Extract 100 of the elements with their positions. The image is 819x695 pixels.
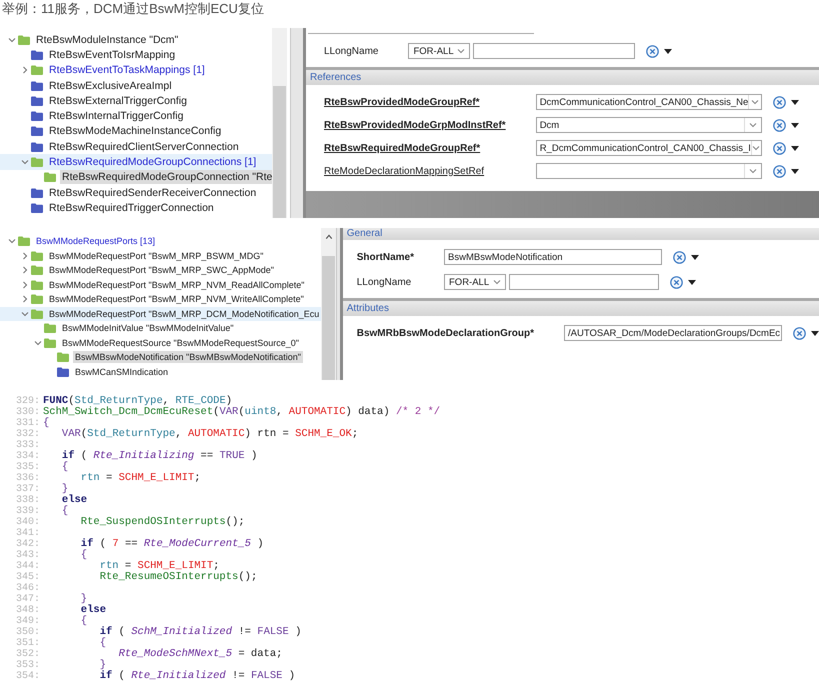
tree-item[interactable]: BswMModeRequestPort "BswM_MRP_NVM_ReadAllComplete" [47, 278, 306, 291]
text-field[interactable] [509, 274, 659, 290]
tree-item[interactable]: RteBswRequiredSenderReceiverConnection [47, 186, 258, 200]
reset-icon[interactable] [772, 96, 786, 108]
chevron-icon[interactable] [21, 66, 29, 74]
line-number: 335: [14, 462, 41, 473]
tree-item[interactable]: RteBswExternalTriggerConfig [47, 94, 189, 108]
caret-icon[interactable] [688, 280, 696, 284]
caret-icon[interactable] [790, 122, 799, 128]
code-line: if ( 7 == Rte_ModeCurrent_5 ) [80, 539, 264, 550]
code-line: VAR(Std_ReturnType, AUTOMATIC) rtn = SCHM_E_OK; [60, 429, 358, 440]
tree-item[interactable]: RteBswEventToTaskMappings [1] [47, 63, 207, 78]
tree-item[interactable]: BswMModeRequestPort "BswM_MRP_DCM_ModeNotification_Ecu [47, 308, 322, 320]
chevron-icon[interactable] [8, 36, 16, 44]
tree-item[interactable]: BswMModeRequestPort "BswM_MRP_SWC_AppMode" [47, 264, 276, 276]
tree-item[interactable]: RteBswEventToIsrMapping [47, 48, 178, 62]
tree-item[interactable]: BswMModeInitValue "BswMModeInitValue" [60, 322, 236, 334]
tree-item[interactable]: BswMModeRequestPorts [13] [34, 235, 158, 248]
tree-item[interactable]: BswMModeRequestPort "BswM_MRP_BSWM_MDG" [47, 250, 266, 262]
tree-item[interactable]: BswMBswModeNotification "BswMBswModeNotification" [73, 351, 303, 364]
field-label[interactable]: RteBswProvidedModeGrpModInstRef* [324, 120, 536, 130]
chevron-icon[interactable] [21, 280, 29, 289]
caret-icon[interactable] [790, 146, 799, 150]
language-dropdown[interactable]: FOR-ALL [444, 274, 506, 290]
code-line: Rte_SuspendOSInterrupts(); [80, 517, 245, 528]
line-number: 347: [14, 594, 41, 605]
field-label[interactable]: RteModeDeclarationMappingSetRef [324, 166, 536, 176]
code-line: { [43, 418, 50, 429]
tree-item[interactable]: RteBswRequiredModeGroupConnections [1] [47, 155, 258, 170]
tree-item[interactable]: RteBswRequiredTriggerConnection [47, 200, 216, 215]
reset-icon[interactable] [772, 118, 786, 132]
line-number: 333: [14, 440, 41, 451]
line-number: 340: [14, 517, 41, 528]
chevron-icon[interactable] [21, 266, 29, 274]
caret-icon[interactable] [691, 254, 699, 260]
line-number: 354: [14, 671, 41, 682]
chevron-icon[interactable] [21, 252, 29, 260]
line-number: 351: [14, 638, 41, 649]
caret-icon[interactable] [790, 100, 799, 104]
reference-dropdown[interactable] [536, 163, 762, 179]
reset-icon[interactable] [646, 44, 660, 58]
field-label[interactable]: RteBswRequiredModeGroupRef* [324, 142, 536, 154]
caret-icon[interactable] [790, 168, 799, 174]
tree-item[interactable]: RteBswExclusiveAreaImpl [47, 78, 174, 93]
tree-item[interactable]: BswMModeRequestPort "BswM_MRP_NVM_WriteAllComplete" [47, 293, 306, 306]
chevron-icon[interactable] [21, 295, 29, 304]
chevron-icon[interactable] [21, 310, 29, 318]
line-number: 343: [14, 550, 41, 561]
reference-dropdown[interactable]: R_DcmCommunicationControl_CAN00_Chassis_I [536, 140, 762, 156]
reset-icon[interactable] [772, 142, 786, 154]
code-line: Rte_ResumeOSInterrupts(); [98, 572, 258, 583]
code-line: SchM_Switch_Dcm_DcmEcuReset(VAR(uint8, AUTOMATIC) data) /* 2 */ [43, 407, 440, 418]
line-number: 344: [14, 561, 41, 572]
line-number: 349: [14, 616, 41, 627]
caret-icon[interactable] [664, 48, 672, 54]
splitter[interactable] [290, 28, 306, 218]
tree-item[interactable]: RteBswModuleInstance "Dcm" [34, 32, 180, 47]
scrollbar[interactable] [321, 228, 336, 380]
reference-dropdown[interactable]: Dcm [536, 117, 762, 133]
reference-dropdown[interactable]: DcmCommunicationControl_CAN00_Chassis_Ne [536, 94, 762, 110]
code-line: } [60, 484, 68, 495]
reset-icon[interactable] [670, 276, 683, 288]
section-header[interactable]: Attributes [342, 298, 819, 316]
field-label[interactable]: RteBswProvidedModeGroupRef* [324, 96, 536, 108]
scroll-up-icon[interactable] [324, 234, 333, 240]
reset-icon[interactable] [793, 326, 806, 340]
code-line: { [98, 638, 106, 649]
line-number: 338: [14, 495, 41, 506]
text-field[interactable]: BswMBswModeNotification [444, 249, 662, 265]
language-dropdown[interactable]: FOR-ALL [408, 43, 470, 59]
tree-item[interactable]: RteBswInternalTriggerConfig [47, 109, 186, 124]
tree-item[interactable]: BswMModeRequestSource "BswMModeRequestSource_0" [60, 336, 302, 349]
chevron-icon[interactable] [21, 158, 29, 166]
scrollbar-thumb[interactable] [322, 256, 336, 380]
text-field[interactable] [473, 43, 636, 59]
field-label: LLongName [324, 46, 380, 56]
scrollbar-thumb[interactable] [273, 86, 286, 218]
scrollbar[interactable] [272, 28, 287, 218]
caret-icon[interactable] [811, 330, 819, 336]
splitter[interactable] [336, 228, 343, 380]
reset-icon[interactable] [673, 250, 686, 264]
tree-item[interactable]: RteBswRequiredClientServerConnection [47, 140, 241, 154]
tree-item[interactable]: RteBswRequiredModeGroupConnection "Rte [60, 170, 272, 184]
reset-icon[interactable] [772, 164, 786, 178]
line-number: 339: [14, 506, 41, 517]
chevron-icon[interactable] [34, 338, 42, 347]
article-heading: 举例：11服务，DCM通过BswM控制ECU复位 [1, 0, 265, 18]
field-label: LLongName [356, 276, 412, 288]
section-header[interactable]: References [306, 67, 819, 85]
tree-item[interactable]: BswMCanSMIndication [73, 366, 170, 378]
section-header[interactable]: General [342, 228, 819, 240]
chevron-icon[interactable] [8, 237, 16, 246]
chevron-icon [457, 48, 466, 54]
tree-item[interactable]: RteBswModeMachineInstanceConfig [47, 124, 224, 138]
text-field[interactable]: /AUTOSAR_Dcm/ModeDeclarationGroups/DcmEc [564, 325, 782, 341]
code-line: { [60, 506, 68, 517]
code-line: else [60, 495, 88, 506]
field-label: BswMRbBswModeDeclarationGroup* [356, 328, 535, 338]
code-line: } [80, 594, 88, 605]
code-line: if ( Rte_Initializing == TRUE ) [60, 451, 258, 462]
